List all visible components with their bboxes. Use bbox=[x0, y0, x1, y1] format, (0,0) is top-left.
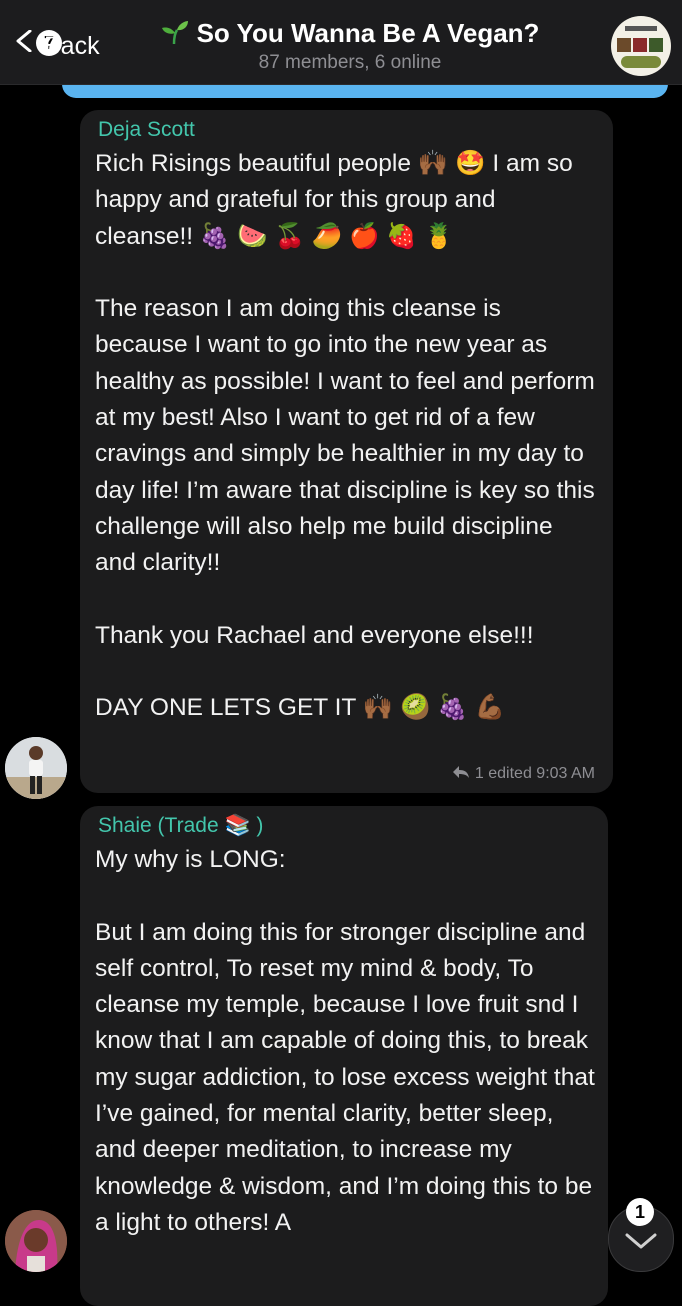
message-paragraph: Thank you Rachael and everyone else!!! bbox=[95, 621, 534, 649]
back-label: Back bbox=[44, 32, 100, 60]
seedling-icon bbox=[161, 21, 188, 45]
avatar[interactable] bbox=[5, 1210, 67, 1272]
person-photo bbox=[5, 1210, 67, 1272]
message-bubble[interactable]: Deja Scott Rich Risings beautiful people… bbox=[80, 110, 613, 793]
message-text: My why is LONG: But I am doing this for … bbox=[95, 842, 600, 1241]
message-bubble[interactable]: Shaie (Trade 📚 ) My why is LONG: But I a… bbox=[80, 806, 608, 1306]
message-paragraph: Rich Risings beautiful people 🙌🏾 🤩 I am … bbox=[95, 150, 573, 250]
message-paragraph: DAY ONE LETS GET IT 🙌🏾 🥝 🍇 💪🏾 bbox=[95, 694, 506, 722]
message-status: edited 9:03 AM bbox=[488, 765, 595, 782]
chat-header: 7 Back So You Wanna Be A Vegan? 87 membe… bbox=[0, 0, 682, 85]
chevron-left-icon bbox=[16, 30, 32, 52]
group-avatar[interactable] bbox=[611, 16, 671, 76]
new-messages-badge: 1 bbox=[626, 1198, 654, 1226]
back-button[interactable]: 7 Back bbox=[10, 16, 120, 68]
message-text: Rich Risings beautiful people 🙌🏾 🤩 I am … bbox=[95, 146, 600, 727]
person-photo bbox=[5, 737, 67, 799]
reply-arrow-icon[interactable] bbox=[452, 765, 470, 779]
message-paragraph: But I am doing this for stronger discipl… bbox=[95, 918, 595, 1236]
avatar[interactable] bbox=[5, 737, 67, 799]
reply-count[interactable]: 1 bbox=[475, 765, 484, 782]
message-paragraph: My why is LONG: bbox=[95, 846, 286, 873]
chat-subtitle: 87 members, 6 online bbox=[258, 52, 442, 73]
sender-name[interactable]: Shaie (Trade 📚 ) bbox=[98, 814, 263, 838]
chat-title: So You Wanna Be A Vegan? bbox=[196, 18, 540, 48]
message-paragraph: The reason I am doing this cleanse is be… bbox=[95, 295, 595, 577]
chat-title-area[interactable]: So You Wanna Be A Vegan? 87 members, 6 o… bbox=[140, 16, 560, 76]
sender-name[interactable]: Deja Scott bbox=[98, 118, 195, 142]
message-meta: 1 edited 9:03 AM bbox=[452, 765, 595, 783]
